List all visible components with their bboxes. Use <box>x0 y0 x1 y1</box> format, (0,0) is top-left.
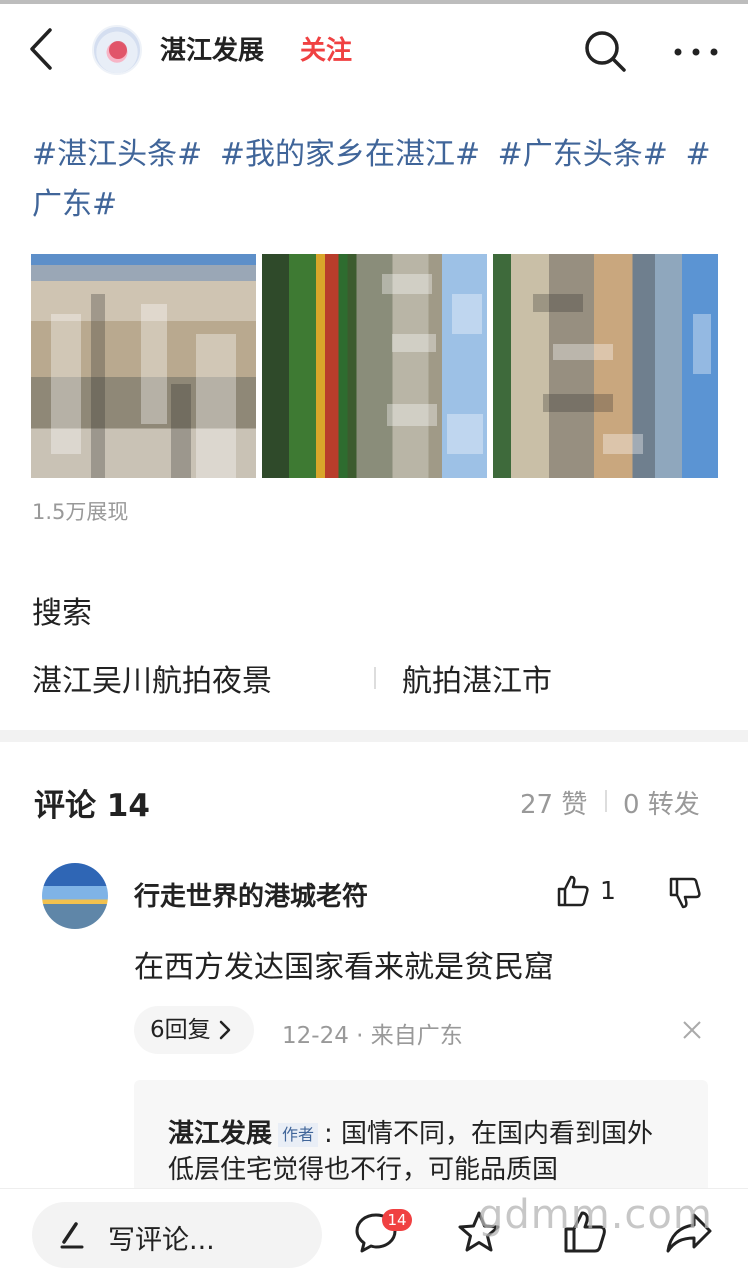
view-count: 1.5万展现 <box>32 500 129 524</box>
replies-label: 6回复 <box>150 1017 211 1043</box>
hashtag-link[interactable]: #广东头条# <box>498 137 668 172</box>
search-suggestion[interactable]: 湛江吴川航拍夜景 <box>32 656 272 700</box>
hashtag-link[interactable]: #湛江头条# <box>32 137 202 172</box>
close-icon[interactable] <box>682 1020 702 1040</box>
search-suggestion[interactable]: 航拍湛江市 <box>402 656 552 700</box>
chevron-right-icon <box>219 1020 231 1040</box>
follow-button[interactable]: 关注 <box>300 30 352 67</box>
pen-icon <box>60 1222 84 1249</box>
hashtag-list: #湛江头条# #我的家乡在湛江# #广东头条# #广东# <box>32 130 712 230</box>
likes-count[interactable]: 27 赞 <box>520 784 587 821</box>
divider <box>374 667 376 689</box>
post-image[interactable] <box>31 254 256 478</box>
hashtag-link[interactable]: #我的家乡在湛江# <box>220 137 480 172</box>
comment-text: 在西方发达国家看来就是贫民窟 <box>134 950 554 985</box>
chevron-left-icon[interactable] <box>24 26 58 72</box>
replies-button[interactable]: 6回复 <box>134 1006 254 1054</box>
more-dots-icon[interactable] <box>672 32 720 72</box>
post-image[interactable] <box>262 254 487 478</box>
commenter-name[interactable]: 行走世界的港城老符 <box>134 876 368 913</box>
thumbs-up-icon[interactable] <box>556 874 590 908</box>
reposts-count[interactable]: 0 转发 <box>623 784 700 821</box>
account-name[interactable]: 湛江发展 <box>160 30 264 67</box>
write-comment-label: 写评论... <box>108 1225 215 1256</box>
reply-author[interactable]: 湛江发展 <box>168 1119 272 1149</box>
image-grid <box>31 254 718 478</box>
watermark: gdmm.com <box>478 1192 713 1238</box>
search-icon[interactable] <box>582 28 628 74</box>
comment-like-count: 1 <box>600 876 616 905</box>
comment-meta: 12-24 · 来自广东 <box>282 1023 463 1049</box>
header: 湛江发展 关注 <box>0 4 748 94</box>
write-comment-input[interactable]: 写评论... <box>32 1202 322 1268</box>
post-image[interactable] <box>493 254 718 478</box>
reply-text-block: 湛江发展 作者: 国情不同，在国内看到国外低层住宅觉得也不行，可能品质国 <box>168 1116 678 1188</box>
thumbs-down-icon[interactable] <box>668 876 702 910</box>
divider <box>605 790 607 812</box>
section-divider <box>0 730 748 742</box>
comments-title: 评论 14 <box>34 788 150 824</box>
comment-count-badge: 14 <box>382 1209 412 1231</box>
account-avatar[interactable] <box>92 25 142 75</box>
commenter-avatar[interactable] <box>42 863 108 929</box>
search-section-title: 搜索 <box>32 596 92 631</box>
author-badge: 作者 <box>278 1123 319 1147</box>
